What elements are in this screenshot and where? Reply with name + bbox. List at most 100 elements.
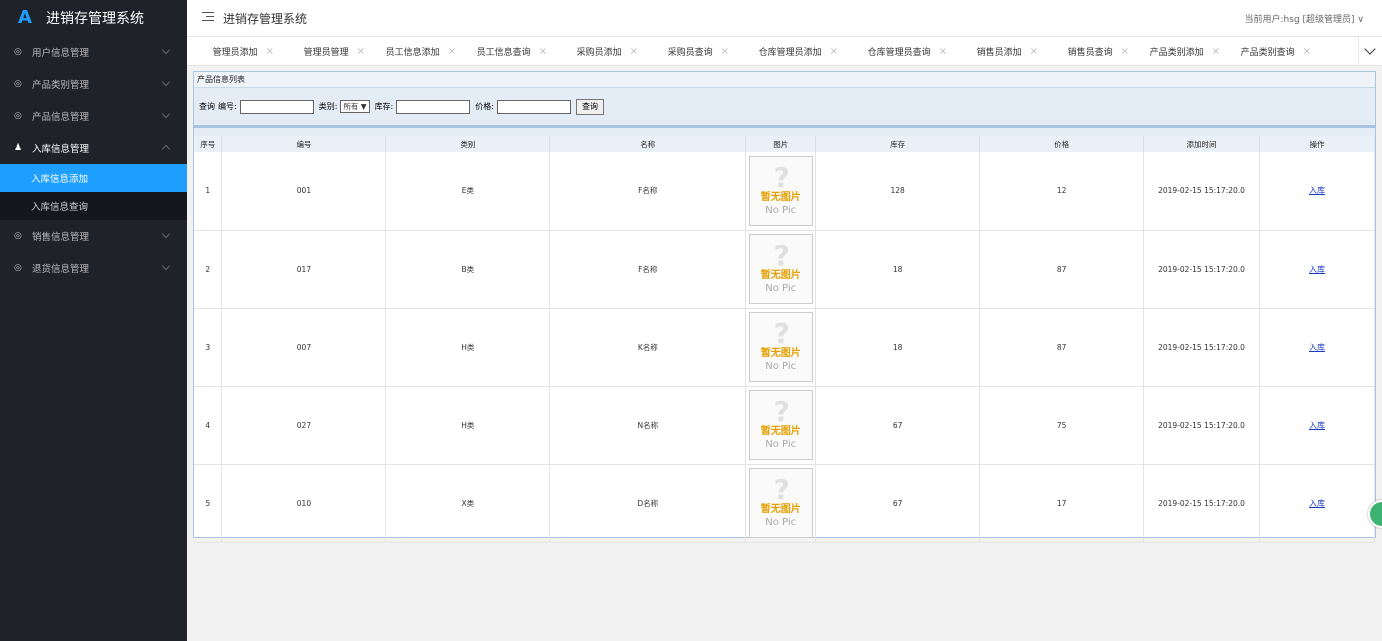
table-header-row: 序号 编号 类别 名称 图片 库存 价格 添加时间 操作	[194, 136, 1375, 152]
col-action: 操作	[1259, 136, 1375, 152]
sidebar-item-sales[interactable]: ◎ 销售信息管理	[0, 220, 187, 252]
stock-input[interactable]	[396, 99, 471, 114]
header-title: 进销存管理系统	[223, 12, 308, 26]
sidebar-item-label: 产品信息管理	[32, 112, 90, 123]
cell-action: 入库	[1259, 152, 1375, 231]
close-icon[interactable]: ×	[1121, 46, 1129, 57]
circle-icon: ◎	[14, 263, 22, 273]
code-label: 编号:	[218, 102, 237, 111]
cell-time: 2019-02-15 15:17:20.0	[1143, 464, 1260, 543]
tab-buyer-add[interactable]: 采购员添加 ×	[551, 45, 642, 58]
cell-seq: 3	[194, 308, 223, 387]
cell-price: 87	[979, 308, 1145, 387]
table-row: 5 010 X类 D名称 ? 暂无图片 No Pic 67 17 2019-02-1…	[194, 464, 1375, 543]
cell-name: F名称	[549, 152, 747, 231]
tabs-more-button[interactable]	[1358, 37, 1382, 65]
cell-time: 2019-02-15 15:17:20.0	[1143, 386, 1260, 465]
sidebar-item-returns[interactable]: ◎ 退货信息管理	[0, 252, 187, 284]
code-input[interactable]	[239, 99, 314, 114]
cell-seq: 2	[194, 230, 223, 309]
cell-seq: 4	[194, 386, 223, 465]
no-pic-image: ? 暂无图片 No Pic	[748, 155, 813, 226]
col-seq: 序号	[194, 136, 223, 152]
chevron-down-icon	[161, 229, 171, 239]
cell-price: 75	[979, 386, 1145, 465]
user-menu[interactable]: 当前用户:hsg [超级管理员] ∨	[1245, 12, 1364, 25]
close-icon[interactable]: ×	[721, 46, 729, 57]
tab-category-add[interactable]: 产品类别添加 ×	[1133, 45, 1224, 58]
tab-buyer-query[interactable]: 采购员查询 ×	[642, 45, 733, 58]
cell-category: H类	[385, 308, 551, 387]
tab-employee-add[interactable]: 员工信息添加 ×	[369, 45, 460, 58]
cell-action: 入库	[1259, 464, 1375, 543]
stock-in-link[interactable]: 入库	[1309, 186, 1325, 195]
tab-sales-query[interactable]: 销售员查询 ×	[1042, 45, 1133, 58]
chevron-down-icon	[161, 77, 171, 87]
close-icon[interactable]: ×	[830, 46, 838, 57]
table-row: 1 001 E类 F名称 ? 暂无图片 No Pic 128 12 2019-02-…	[194, 152, 1375, 231]
circle-icon: ◎	[14, 47, 22, 57]
cell-image: ? 暂无图片 No Pic	[745, 464, 817, 543]
cell-stock: 128	[815, 152, 981, 231]
close-icon[interactable]: ×	[1212, 46, 1220, 57]
sidebar-subitem-stock-in-query[interactable]: 入库信息查询	[0, 192, 187, 220]
cell-time: 2019-02-15 15:17:20.0	[1143, 152, 1260, 231]
top-header: 进销存管理系统 当前用户:hsg [超级管理员] ∨	[187, 0, 1382, 37]
cell-name: N名称	[549, 386, 747, 465]
close-icon[interactable]: ×	[630, 46, 638, 57]
sidebar-item-product-category[interactable]: ◎ 产品类别管理	[0, 68, 187, 100]
cell-code: 017	[221, 230, 387, 309]
price-input[interactable]	[496, 99, 571, 114]
cell-stock: 18	[815, 308, 981, 387]
tab-category-query[interactable]: 产品类别查询 ×	[1224, 45, 1315, 58]
col-code: 编号	[221, 136, 387, 152]
no-pic-image: ? 暂无图片 No Pic	[748, 390, 813, 460]
menu-toggle-icon[interactable]	[202, 12, 214, 23]
sidebar-item-label: 销售信息管理	[32, 232, 90, 243]
search-button[interactable]: 查询	[575, 98, 604, 115]
cell-image: ? 暂无图片 No Pic	[745, 230, 817, 309]
sidebar-subitem-stock-in-add[interactable]: 入库信息添加	[0, 164, 187, 192]
stock-label: 库存:	[374, 102, 394, 111]
query-label: 查询	[199, 102, 215, 111]
circle-icon: ◎	[14, 231, 22, 241]
close-icon[interactable]: ×	[1030, 46, 1038, 57]
close-icon[interactable]: ×	[1303, 46, 1311, 57]
tab-admin-manage[interactable]: 管理员管理 ×	[278, 45, 369, 58]
tab-warehouse-admin-add[interactable]: 仓库管理员添加 ×	[733, 45, 842, 58]
stock-in-link[interactable]: 入库	[1309, 265, 1325, 274]
sidebar-item-product-info[interactable]: ◎ 产品信息管理	[0, 100, 187, 132]
close-icon[interactable]: ×	[448, 46, 456, 57]
cell-code: 027	[221, 386, 387, 465]
sidebar-item-user-info[interactable]: ◎ 用户信息管理	[0, 36, 187, 68]
tab-warehouse-admin-query[interactable]: 仓库管理员查询 ×	[842, 45, 951, 58]
tab-admin-add[interactable]: 管理员添加 ×	[187, 45, 278, 58]
close-icon[interactable]: ×	[357, 46, 365, 57]
stock-in-link[interactable]: 入库	[1309, 421, 1325, 430]
circle-icon: ◎	[14, 111, 22, 121]
cell-seq: 5	[194, 464, 223, 543]
close-icon[interactable]: ×	[266, 46, 274, 57]
tab-bar: 管理员添加 × 管理员管理 × 员工信息添加 × 员工信息查询 × 采购员添加 × 采购员…	[187, 37, 1382, 66]
table-row: 2 017 B类 F名称 ? 暂无图片 No Pic 18 87 2019-02-1…	[194, 230, 1375, 309]
sidebar-item-label: 产品类别管理	[32, 80, 90, 91]
category-select[interactable]: 所有 ▼	[340, 100, 370, 113]
logo-icon: A	[18, 7, 32, 28]
cell-image: ? 暂无图片 No Pic	[745, 386, 817, 465]
no-pic-image: ? 暂无图片 No Pic	[748, 468, 813, 538]
close-icon[interactable]: ×	[539, 46, 547, 57]
chevron-down-icon	[161, 261, 171, 271]
cell-stock: 67	[815, 464, 981, 543]
stock-in-link[interactable]: 入库	[1309, 343, 1325, 352]
sidebar-item-label: 退货信息管理	[32, 264, 90, 275]
cell-name: K名称	[549, 308, 747, 387]
cell-stock: 18	[815, 230, 981, 309]
close-icon[interactable]: ×	[939, 46, 947, 57]
cell-time: 2019-02-15 15:17:20.0	[1143, 308, 1260, 387]
sidebar-item-stock-in[interactable]: ♟ 入库信息管理	[0, 132, 187, 164]
no-pic-image: ? 暂无图片 No Pic	[748, 312, 813, 382]
sidebar-item-label: 入库信息管理	[32, 144, 90, 155]
stock-in-link[interactable]: 入库	[1309, 499, 1325, 508]
tab-employee-query[interactable]: 员工信息查询 ×	[460, 45, 551, 58]
tab-sales-add[interactable]: 销售员添加 ×	[951, 45, 1042, 58]
